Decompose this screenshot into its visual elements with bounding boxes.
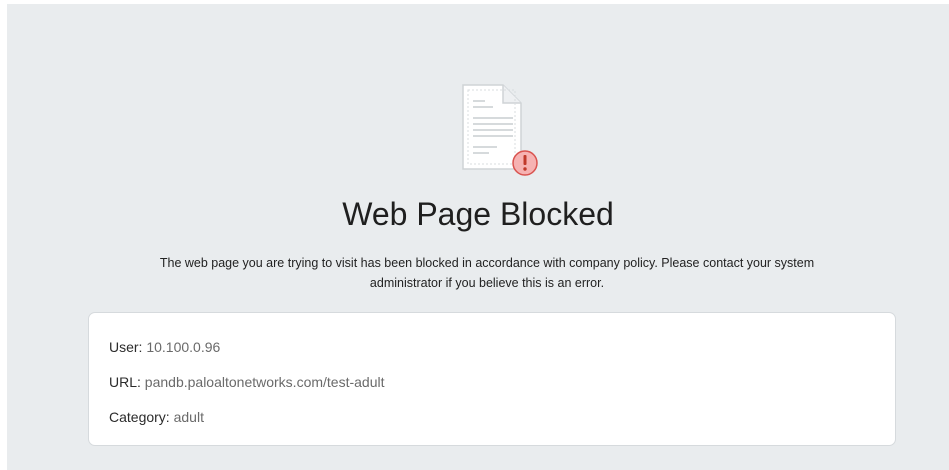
url-label: URL: [109, 374, 141, 390]
user-label: User: [109, 339, 143, 355]
user-row: User: 10.100.0.96 [109, 339, 220, 355]
url-row: URL: pandb.paloaltonetworks.com/test-adu… [109, 374, 385, 390]
url-value: pandb.paloaltonetworks.com/test-adult [144, 374, 385, 390]
block-message: The web page you are trying to visit has… [159, 256, 815, 290]
details-card: User: 10.100.0.96 URL: pandb.paloaltonet… [88, 312, 896, 446]
category-row: Category: adult [109, 409, 204, 425]
category-label: Category: [109, 409, 170, 425]
category-value: adult [173, 409, 204, 425]
blocked-document-icon [462, 84, 538, 176]
user-value: 10.100.0.96 [146, 339, 221, 355]
page-title: Web Page Blocked [342, 196, 614, 232]
blocked-page: Web Page Blocked The web page you are tr… [7, 4, 949, 470]
